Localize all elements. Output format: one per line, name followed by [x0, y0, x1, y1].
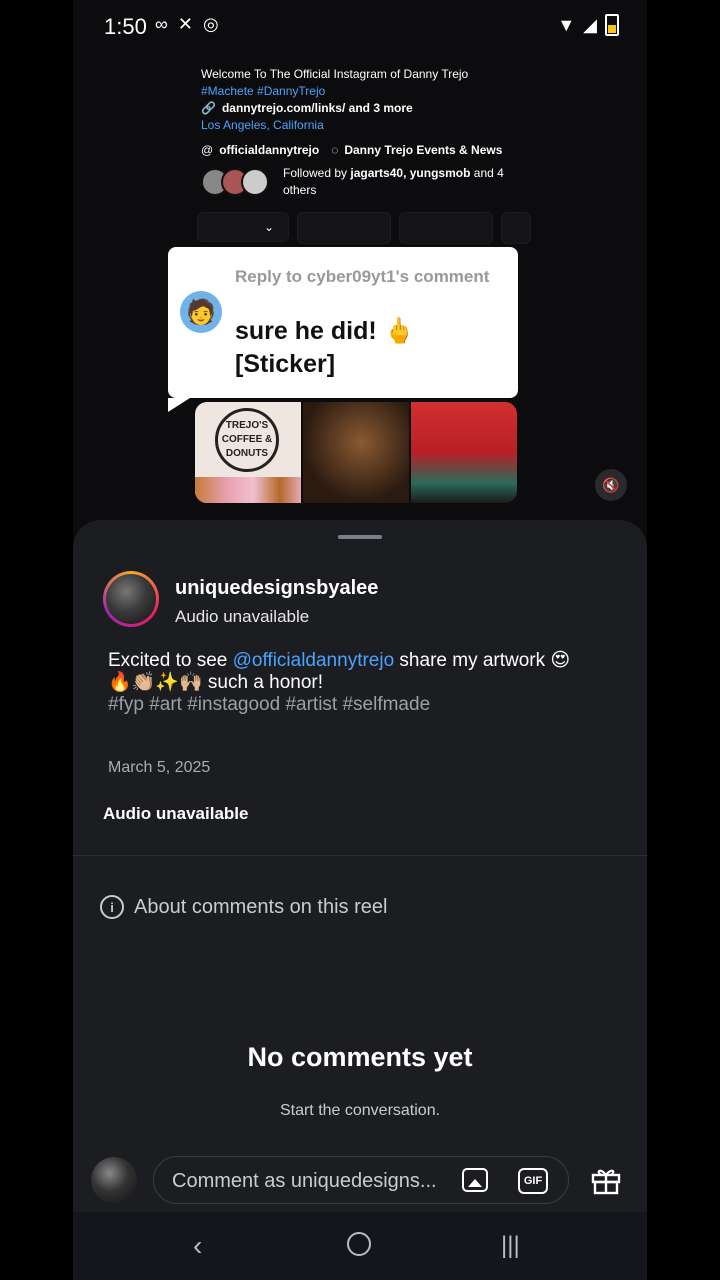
profile-link[interactable]: dannytrejo.com/links/ and 3 more [222, 100, 413, 117]
message-button[interactable] [297, 212, 391, 244]
followed-by-row[interactable]: Followed by jagarts40, yungsmob and 4 ot… [201, 165, 531, 199]
comments-sheet: uniquedesignsbyalee Audio unavailable Ex… [73, 520, 647, 1280]
follower-avatars [201, 168, 269, 196]
about-comments-text: About comments on this reel [134, 895, 388, 918]
profile-location[interactable]: Los Angeles, California [201, 117, 531, 134]
avatar[interactable] [103, 571, 159, 627]
profile-buttons: ⌄ [197, 212, 531, 244]
caption-mention[interactable]: @officialdannytrejo [233, 650, 395, 671]
back-icon[interactable]: ‹ [193, 1230, 202, 1262]
profile-bio: Welcome To The Official Instagram of Dan… [201, 67, 469, 81]
gif-icon[interactable]: GIF [518, 1168, 548, 1194]
mute-icon[interactable]: 🔇 [595, 469, 627, 501]
info-icon: i [100, 895, 124, 919]
caption-text-end: share my artwork 😍 [394, 650, 571, 671]
channel-icon: ◌ [331, 143, 339, 157]
post-grid: TREJO'S COFFEE & DONUTS [195, 402, 517, 503]
home-icon[interactable] [347, 1232, 371, 1256]
voicemail-icon: ∞ [155, 14, 168, 34]
grid-post[interactable]: TREJO'S COFFEE & DONUTS [195, 402, 301, 503]
suggest-button[interactable] [501, 212, 531, 244]
status-left-icons: ∞ ✕ ◎ [155, 14, 219, 35]
avatar [91, 1157, 137, 1203]
following-button[interactable]: ⌄ [197, 212, 289, 242]
about-comments-link[interactable]: i About comments on this reel [100, 895, 387, 919]
followed-by-text: Followed by jagarts40, yungsmob and 4 ot… [283, 165, 513, 199]
post-date: March 5, 2025 [108, 759, 211, 776]
followed-names: jagarts40, yungsmob [350, 166, 471, 180]
wifi-icon: ▼ [557, 14, 576, 35]
status-bar: 1:50 ∞ ✕ ◎ ▼ ◢ [73, 0, 647, 56]
image-icon[interactable] [462, 1168, 488, 1192]
followed-prefix: Followed by [283, 166, 348, 180]
grid-post[interactable] [303, 402, 409, 503]
chevron-down-icon: ⌄ [263, 220, 274, 234]
comment-input[interactable]: Comment as uniquedesigns... GIF [153, 1156, 569, 1204]
no-comments-subtitle: Start the conversation. [279, 1102, 441, 1119]
threads-handle[interactable]: officialdannytrejo [219, 142, 319, 159]
commenter-avatar: 🧑 [180, 291, 222, 333]
trejos-logo: TREJO'S COFFEE & DONUTS [215, 408, 279, 472]
status-right-icons: ▼ ◢ [557, 14, 619, 36]
recents-icon[interactable]: ||| [501, 1232, 520, 1260]
caption-hashtags[interactable]: #fyp #art #instagood #artist #selfmade [108, 694, 608, 716]
profile-background: Welcome To The Official Instagram of Dan… [201, 66, 531, 199]
avatar [241, 168, 269, 196]
reply-to-text: Reply to cyber09yt1's comment [235, 267, 490, 286]
phone-screen: 1:50 ∞ ✕ ◎ ▼ ◢ Welcome To The Official I… [73, 0, 647, 1280]
system-nav-bar: ‹ ||| [73, 1212, 647, 1280]
reply-sticker[interactable]: 🧑 Reply to cyber09yt1's comment sure he … [168, 247, 518, 412]
contact-button[interactable] [399, 212, 493, 244]
audio-status: Audio unavailable [175, 607, 310, 626]
profile-link-row[interactable]: 🔗 dannytrejo.com/links/ and 3 more [201, 100, 531, 117]
post-username[interactable]: uniquedesignsbyalee [175, 577, 378, 600]
status-time: 1:50 [104, 14, 147, 39]
broadcast-channel[interactable]: Danny Trejo Events & News [344, 142, 502, 159]
signal-icon: ◢ [583, 14, 597, 35]
comment-placeholder: Comment as uniquedesigns... [172, 1170, 437, 1192]
profile-hashtags[interactable]: #Machete #DannyTrejo [201, 83, 531, 100]
profile-threads-row: @ officialdannytrejo ◌ Danny Trejo Event… [201, 142, 531, 159]
gift-icon[interactable] [590, 1164, 622, 1196]
sheet-drag-handle[interactable] [338, 535, 382, 539]
threads-icon: @ [201, 143, 214, 157]
no-comments-title: No comments yet [247, 1042, 473, 1072]
missed-call-icon: ✕ [177, 14, 193, 34]
reply-comment-text: sure he did! 🖕 [Sticker] [235, 317, 415, 378]
caption-text: Excited to see [108, 650, 233, 671]
nfc-icon: ◎ [202, 14, 219, 34]
battery-icon [605, 14, 619, 36]
audio-label: Audio unavailable [103, 804, 249, 823]
caption-line-2: 🔥👏🏼✨🙌🏼 such a honor! [108, 672, 324, 693]
donuts-image [195, 477, 301, 503]
post-caption: Excited to see @officialdannytrejo share… [108, 650, 608, 716]
divider [73, 855, 647, 856]
link-icon: 🔗 [201, 101, 216, 115]
grid-post[interactable] [411, 402, 517, 503]
